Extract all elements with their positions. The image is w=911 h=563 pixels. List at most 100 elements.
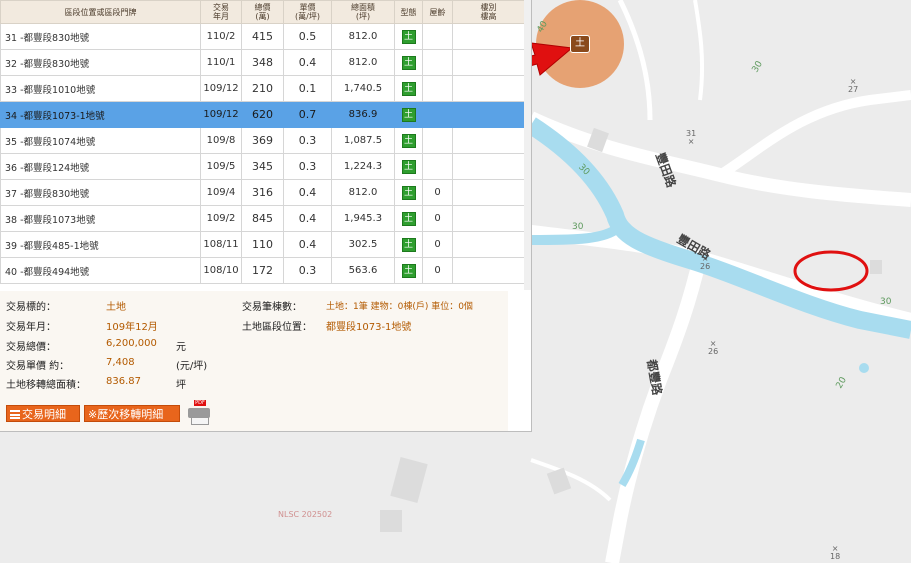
cell-date: 109/8 [200, 127, 242, 154]
detail-date-label: 交易年月： [6, 322, 56, 333]
cell-floor [452, 205, 525, 232]
detail-date-value: 109年12月 [106, 322, 158, 333]
land-type-icon: 土 [401, 29, 416, 44]
cell-type: 土 [394, 205, 423, 232]
land-type-icon: 土 [401, 185, 416, 200]
cell-floor [452, 231, 525, 258]
header-date[interactable]: 交易 年月 [200, 0, 242, 24]
cell-date: 109/12 [200, 75, 242, 102]
cell-unit-price: 0.3 [283, 127, 332, 154]
cell-type: 土 [394, 257, 423, 284]
cell-unit-price: 0.3 [283, 153, 332, 180]
table-row[interactable]: 33 -都豐段1010地號 109/12 210 0.1 1,740.5 土 [0, 75, 525, 102]
header-age[interactable]: 屋齡 [422, 0, 453, 24]
spot-height-marker: 31 × [686, 129, 697, 146]
cell-total-price: 110 [241, 231, 284, 258]
detail-total-value: 6,200,000 [106, 338, 157, 349]
detail-area-label: 土地移轉總面積： [6, 380, 86, 391]
land-type-icon: 土 [401, 237, 416, 252]
cell-unit-price: 0.4 [283, 205, 332, 232]
cell-address: 39 -都豐段485-1地號 [0, 231, 201, 258]
cell-area: 812.0 [331, 179, 395, 206]
cell-type: 土 [394, 49, 423, 76]
cell-address: 38 -都豐段1073地號 [0, 205, 201, 232]
cell-total-price: 348 [241, 49, 284, 76]
cell-date: 108/10 [200, 257, 242, 284]
land-marker-icon[interactable]: 土 [570, 35, 590, 53]
detail-unit-value: 7,408 [106, 357, 135, 368]
cell-age: 0 [422, 205, 453, 232]
cell-floor [452, 101, 525, 128]
cell-age [422, 49, 453, 76]
cell-date: 109/12 [200, 101, 242, 128]
cell-address: 34 -都豐段1073-1地號 [0, 101, 201, 128]
detail-count-label: 交易筆棟數： [242, 302, 302, 313]
header-total[interactable]: 總價 (萬) [241, 0, 284, 24]
table-row[interactable]: 31 -都豐段830地號 110/2 415 0.5 812.0 土 [0, 23, 525, 50]
cell-date: 110/1 [200, 49, 242, 76]
table-row[interactable]: 38 -都豐段1073地號 109/2 845 0.4 1,945.3 土 0 [0, 205, 525, 232]
land-type-icon: 土 [401, 263, 416, 278]
land-type-icon: 土 [401, 55, 416, 70]
detail-location-label: 土地區段位置： [242, 322, 312, 333]
cell-area: 812.0 [331, 49, 395, 76]
land-type-icon: 土 [401, 81, 416, 96]
cell-area: 563.6 [331, 257, 395, 284]
table-row[interactable]: 40 -都豐段494地號 108/10 172 0.3 563.6 土 0 [0, 257, 525, 284]
table-row[interactable]: 39 -都豐段485-1地號 108/11 110 0.4 302.5 土 0 [0, 231, 525, 258]
cell-type: 土 [394, 231, 423, 258]
transaction-table: 區段位置或區段門牌 交易 年月 總價 (萬) 單價 (萬/坪) 總面積 (坪) … [0, 0, 525, 284]
detail-total-unit: 元 [176, 342, 186, 353]
table-row[interactable]: 32 -都豐段830地號 110/1 348 0.4 812.0 土 [0, 49, 525, 76]
transaction-panel: 區段位置或區段門牌 交易 年月 總價 (萬) 單價 (萬/坪) 總面積 (坪) … [0, 0, 532, 432]
cell-type: 土 [394, 23, 423, 50]
cell-floor [452, 179, 525, 206]
cell-total-price: 415 [241, 23, 284, 50]
cell-floor [452, 257, 525, 284]
pdf-badge: PDF [194, 400, 206, 406]
detail-count-value: 土地：1筆 建物：0棟(戶) 車位：0個 [326, 302, 473, 312]
cell-date: 109/2 [200, 205, 242, 232]
cell-age: 0 [422, 257, 453, 284]
cell-total-price: 620 [241, 101, 284, 128]
table-row[interactable]: 34 -都豐段1073-1地號 109/12 620 0.7 836.9 土 [0, 101, 525, 128]
table-row[interactable]: 36 -都豐段124地號 109/5 345 0.3 1,224.3 土 [0, 153, 525, 180]
header-unit[interactable]: 單價 (萬/坪) [283, 0, 332, 24]
transaction-detail-button[interactable]: 交易明細 [6, 405, 80, 422]
cell-unit-price: 0.7 [283, 101, 332, 128]
transfer-history-button[interactable]: ※歷次移轉明細 [84, 405, 180, 422]
map-watermark: NLSC 202502 [278, 510, 333, 519]
cell-address: 32 -都豐段830地號 [0, 49, 201, 76]
cell-address: 37 -都豐段830地號 [0, 179, 201, 206]
detail-total-label: 交易總價： [6, 342, 56, 353]
contour-label: 30 [880, 297, 892, 307]
header-floor[interactable]: 樓別 樓高 [452, 0, 525, 24]
detail-area-unit: 坪 [176, 380, 186, 391]
cell-unit-price: 0.4 [283, 49, 332, 76]
cell-unit-price: 0.1 [283, 75, 332, 102]
detail-unit-label: 交易單價 約： [6, 361, 70, 372]
cell-age [422, 75, 453, 102]
table-scrollbar[interactable] [524, 0, 531, 290]
cell-type: 土 [394, 75, 423, 102]
cell-age [422, 101, 453, 128]
cell-area: 812.0 [331, 23, 395, 50]
header-type[interactable]: 型態 [394, 0, 423, 24]
cell-address: 35 -都豐段1074地號 [0, 127, 201, 154]
header-area[interactable]: 總面積 (坪) [331, 0, 395, 24]
detail-unit-unit: (元/坪) [176, 361, 208, 372]
land-type-icon: 土 [401, 133, 416, 148]
contour-label: 30 [572, 222, 584, 232]
detail-location-value: 都豐段1073-1地號 [326, 322, 412, 333]
table-row[interactable]: 37 -都豐段830地號 109/4 316 0.4 812.0 土 0 [0, 179, 525, 206]
list-icon [10, 410, 20, 419]
cell-area: 1,224.3 [331, 153, 395, 180]
detail-target-label: 交易標的： [6, 302, 56, 313]
cell-area: 1,945.3 [331, 205, 395, 232]
cell-type: 土 [394, 153, 423, 180]
table-row[interactable]: 35 -都豐段1074地號 109/8 369 0.3 1,087.5 土 [0, 127, 525, 154]
header-address[interactable]: 區段位置或區段門牌 [0, 0, 201, 24]
detail-target-value: 土地 [106, 302, 126, 313]
cell-floor [452, 153, 525, 180]
pdf-print-icon[interactable]: PDF [186, 400, 212, 425]
